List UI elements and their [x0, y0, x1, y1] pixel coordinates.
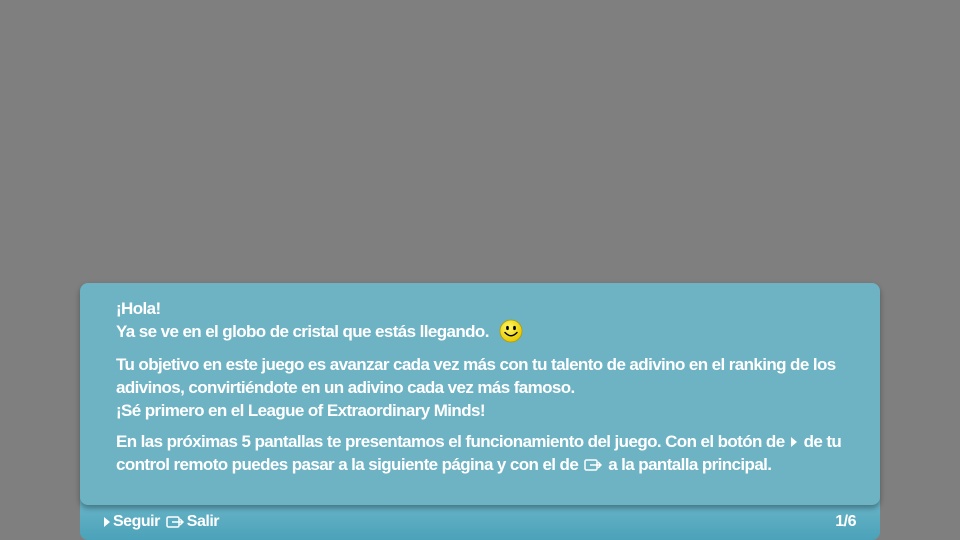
intro-dialog: ¡Hola! Ya se ve en el globo de cristal q…: [80, 283, 880, 505]
greeting-text: ¡Hola!: [116, 299, 161, 318]
next-button[interactable]: Seguir: [113, 513, 160, 531]
exit-button[interactable]: Salir: [187, 513, 220, 531]
play-arrow-icon: [104, 517, 110, 527]
exit-icon: [166, 516, 184, 528]
instructions-part-1: En las próximas 5 pantallas te presentam…: [116, 431, 785, 451]
instructions-part-4: a la pantalla principal.: [608, 454, 772, 474]
smiley-icon: [499, 319, 523, 342]
objective-line-3: ¡Sé primero en el League of Extraordinar…: [116, 400, 486, 420]
intro-line: Ya se ve en el globo de cristal que está…: [116, 322, 489, 341]
instructions-part-3: control remoto puedes pasar a la siguien…: [116, 454, 579, 474]
game-screen: Seguir Salir 1/6 ¡Hola! Ya se ve en el g…: [0, 0, 960, 540]
dialog-content: ¡Hola! Ya se ve en el globo de cristal q…: [116, 297, 846, 484]
objective-line-1: Tu objetivo en este juego es avanzar cad…: [116, 354, 836, 374]
instructions-part-2: de tu: [803, 431, 842, 451]
paragraph-greeting: ¡Hola! Ya se ve en el globo de cristal q…: [116, 297, 846, 345]
paragraph-instructions: En las próximas 5 pantallas te presentam…: [116, 430, 846, 476]
objective-line-2: adivinos, convirtiéndote en un adivino c…: [116, 377, 575, 397]
play-arrow-icon: [790, 437, 797, 448]
paragraph-objective: Tu objetivo en este juego es avanzar cad…: [116, 353, 846, 422]
page-indicator: 1/6: [835, 513, 856, 530]
exit-icon: [584, 459, 603, 471]
footer-controls: Seguir Salir: [104, 513, 219, 531]
